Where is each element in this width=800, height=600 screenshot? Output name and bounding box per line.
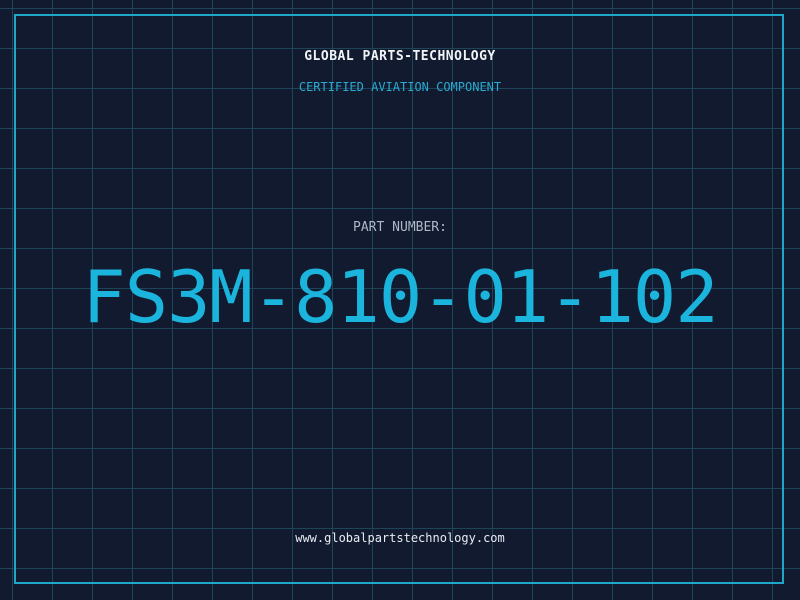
company-name: GLOBAL PARTS-TECHNOLOGY <box>304 49 496 64</box>
website-url: www.globalpartstechnology.com <box>295 531 505 545</box>
certification-tagline: CERTIFIED AVIATION COMPONENT <box>298 80 502 94</box>
part-label-card: GLOBAL PARTS-TECHNOLOGY CERTIFIED AVIATI… <box>0 0 800 600</box>
part-number-label: PART NUMBER: <box>353 220 447 235</box>
part-number-value: FS3M-810-01-102 <box>82 255 718 339</box>
